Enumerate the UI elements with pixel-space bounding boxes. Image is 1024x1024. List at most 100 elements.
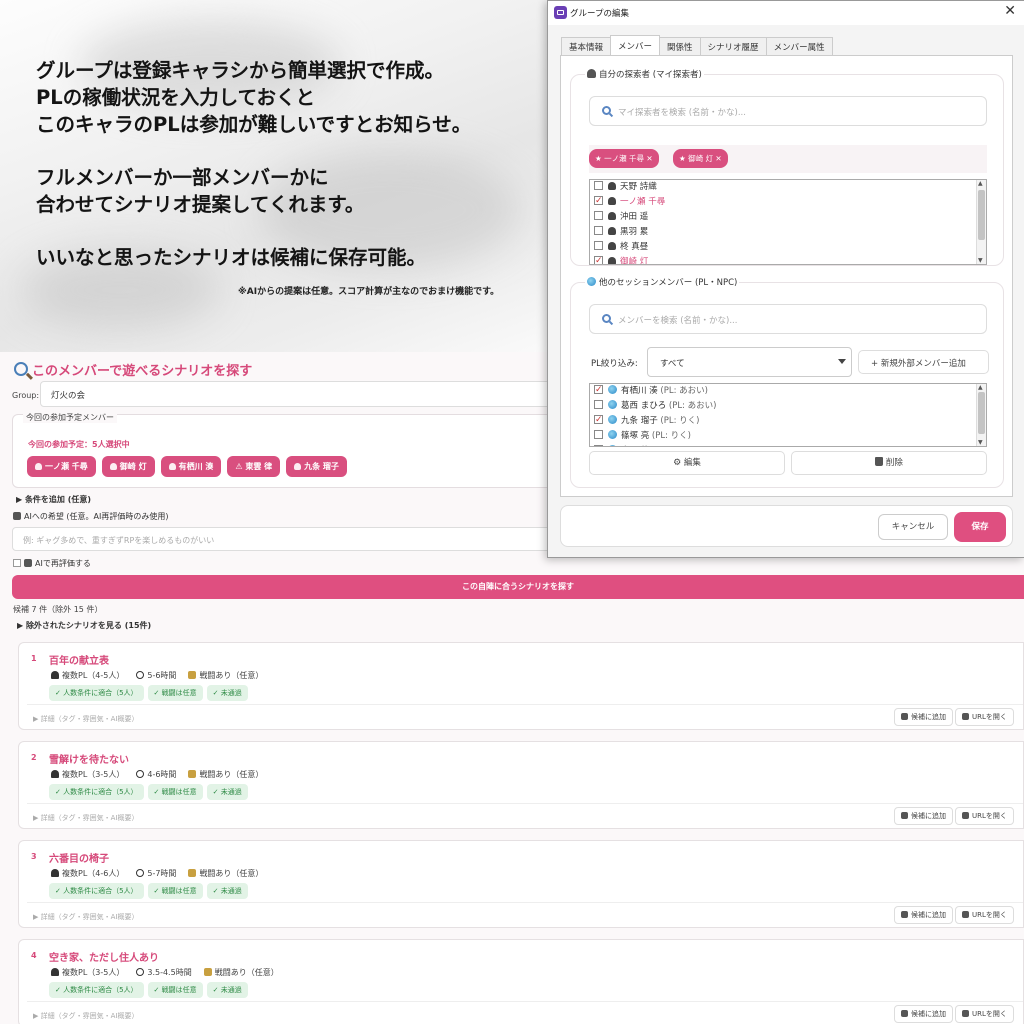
add-candidate-button[interactable]: 候補に追加 — [894, 708, 953, 726]
card-title[interactable]: 雪解けを待たない — [49, 751, 129, 766]
checkbox[interactable] — [594, 241, 603, 250]
status-badge: ✓ 戦闘は任意 — [147, 982, 203, 998]
dialog-tabs: 基本情報 メンバー 関係性 シナリオ履歴 メンバー属性 — [561, 35, 833, 55]
open-url-button[interactable]: URLを開く — [955, 807, 1014, 825]
details-toggle[interactable]: ▶ 詳細（タグ・雰囲気・AI概要） — [33, 912, 138, 922]
ai-hope-input[interactable]: 例: ギャグ多めで、重すぎずRPを楽しめるものがいい — [12, 527, 560, 551]
card-tags: ✓ 人数条件に適合（5人） ✓ 戦闘は任意 ✓ 未通過 — [49, 883, 248, 899]
excluded-toggle[interactable]: ▶ 除外されたシナリオを見る (15件) — [17, 620, 151, 631]
scrollbar[interactable]: ▲ ▼ — [976, 180, 986, 264]
add-candidate-label: 候補に追加 — [911, 1010, 946, 1018]
details-toggle[interactable]: ▶ 詳細（タグ・雰囲気・AI概要） — [33, 813, 138, 823]
candidate-count: 候補 7 件（除外 15 件） — [13, 605, 103, 614]
open-url-button[interactable]: URLを開く — [955, 708, 1014, 726]
card-title[interactable]: 六番目の椅子 — [49, 850, 109, 865]
add-candidate-button[interactable]: 候補に追加 — [894, 1005, 953, 1023]
my-investigator-search[interactable]: マイ探索者を検索 (名前・かな)... — [589, 96, 987, 126]
tab-member-attributes[interactable]: メンバー属性 — [765, 37, 833, 55]
edit-member-button[interactable]: ⚙ 編集 — [589, 451, 785, 475]
checkbox[interactable] — [594, 384, 603, 398]
edit-label: 編集 — [683, 458, 701, 468]
open-url-button[interactable]: URLを開く — [955, 906, 1014, 924]
globe-icon — [608, 445, 617, 446]
time-info: 4-6時間 — [136, 769, 176, 780]
globe-icon — [608, 430, 617, 439]
member-search[interactable]: メンバーを検索 (名前・かな)... — [589, 304, 987, 334]
my-investigator-list: 天野 詩織一ノ瀬 千尋沖田 遥黒羽 累柊 真昼御崎 灯▲▼ — [589, 179, 987, 265]
open-url-button[interactable]: URLを開く — [955, 1005, 1014, 1023]
scroll-up-icon[interactable]: ▲ — [978, 384, 983, 391]
member-chip-warning[interactable]: ⚠ 東雲 律 — [227, 456, 281, 477]
scroll-down-icon[interactable]: ▼ — [978, 257, 983, 264]
list-item[interactable]: 東雲 律 (PL: ひな) — [590, 443, 986, 446]
cancel-button[interactable]: キャンセル — [878, 514, 948, 540]
scroll-down-icon[interactable]: ▼ — [978, 439, 983, 446]
group-select[interactable]: 灯火の会 — [40, 381, 560, 407]
ai-reeval-checkbox[interactable]: AIで再評価する — [13, 558, 91, 569]
find-scenario-button[interactable]: この自陣に合うシナリオを探す — [12, 575, 1024, 599]
list-item[interactable]: 篠塚 亮 (PL: りく) — [590, 429, 986, 444]
checkbox[interactable] — [594, 181, 603, 190]
details-toggle[interactable]: ▶ 詳細（タグ・雰囲気・AI概要） — [33, 714, 138, 724]
add-candidate-button[interactable]: 候補に追加 — [894, 807, 953, 825]
checkbox[interactable] — [13, 559, 21, 567]
scrollbar[interactable]: ▲ ▼ — [976, 384, 986, 446]
selected-chip[interactable]: ★ 一ノ瀬 千尋 ✕ — [589, 149, 659, 168]
list-item[interactable]: 天野 詩織 — [590, 180, 986, 195]
checkbox[interactable] — [594, 194, 603, 209]
magnifier-icon — [14, 362, 28, 376]
checkbox[interactable] — [594, 413, 603, 428]
card-title[interactable]: 百年の献立表 — [49, 652, 109, 667]
card-number: 2 — [31, 753, 37, 762]
tag-icon — [901, 1010, 908, 1017]
add-external-member-button[interactable]: + 新規外部メンバー追加 — [858, 350, 989, 374]
scroll-thumb[interactable] — [978, 190, 985, 240]
delete-member-button[interactable]: 削除 — [791, 451, 987, 475]
member-chip[interactable]: 九条 瑠子 — [286, 456, 347, 477]
status-badge: ✓ 人数条件に適合（5人） — [49, 784, 144, 800]
tab-basic-info[interactable]: 基本情報 — [561, 37, 612, 55]
tag-icon — [901, 911, 908, 918]
promo-line: グループは登録キャラシから簡単選択で作成。 — [36, 59, 444, 82]
save-button[interactable]: 保存 — [954, 512, 1006, 542]
tab-scenario-history[interactable]: シナリオ履歴 — [699, 37, 767, 55]
list-item[interactable]: 有栖川 湊 (PL: あおい) — [590, 384, 986, 399]
pl-filter-select[interactable]: すべて — [647, 347, 852, 377]
checkbox[interactable] — [594, 211, 603, 220]
add-condition-toggle[interactable]: ▶ 条件を追加 (任意) — [16, 494, 91, 505]
add-candidate-button[interactable]: 候補に追加 — [894, 906, 953, 924]
tab-members[interactable]: メンバー — [610, 35, 661, 55]
card-title[interactable]: 空き家、ただし住人あり — [49, 949, 159, 964]
scroll-up-icon[interactable]: ▲ — [978, 180, 983, 187]
checkbox[interactable] — [594, 400, 603, 409]
checkbox[interactable] — [594, 443, 603, 446]
divider — [27, 902, 1023, 903]
status-badge: ✓ 戦闘は任意 — [147, 685, 203, 701]
tab-relations[interactable]: 関係性 — [659, 37, 701, 55]
details-toggle[interactable]: ▶ 詳細（タグ・雰囲気・AI概要） — [33, 1011, 138, 1021]
list-item[interactable]: 一ノ瀬 千尋 — [590, 194, 986, 210]
list-item[interactable]: 黒羽 累 — [590, 225, 986, 240]
member-chip[interactable]: 有栖川 湊 — [160, 456, 222, 477]
user-icon — [608, 197, 616, 205]
checkbox[interactable] — [594, 226, 603, 235]
member-chip-label: 御崎 灯 — [119, 462, 147, 471]
list-item[interactable]: 九条 瑠子 (PL: りく) — [590, 413, 986, 429]
member-chip[interactable]: 御崎 灯 — [101, 456, 155, 477]
pl-filter-label: PL絞り込み: — [591, 359, 638, 369]
list-item[interactable]: 柊 真昼 — [590, 240, 986, 255]
list-item[interactable]: 御崎 灯 — [590, 254, 986, 264]
list-item[interactable]: 沖田 遥 — [590, 210, 986, 225]
scroll-thumb[interactable] — [978, 392, 985, 434]
members-panel: 今回の参加予定メンバー 今回の参加予定：5人選択中 一ノ瀬 千尋 御崎 灯 有栖… — [12, 412, 560, 488]
member-chip[interactable]: 一ノ瀬 千尋 — [27, 456, 96, 477]
robot-icon — [24, 559, 32, 567]
card-tags: ✓ 人数条件に適合（5人） ✓ 戦闘は任意 ✓ 未通過 — [49, 784, 248, 800]
card-tags: ✓ 人数条件に適合（5人） ✓ 戦闘は任意 ✓ 未通過 — [49, 982, 248, 998]
checkbox[interactable] — [594, 254, 603, 264]
list-item[interactable]: 葛西 まひろ (PL: あおい) — [590, 399, 986, 414]
checkbox[interactable] — [594, 430, 603, 439]
selected-chip[interactable]: ★ 御崎 灯 ✕ — [673, 149, 728, 168]
promo-line: PLの稼働状況を入力しておくと — [36, 86, 316, 109]
close-icon[interactable]: ✕ — [1004, 3, 1016, 19]
